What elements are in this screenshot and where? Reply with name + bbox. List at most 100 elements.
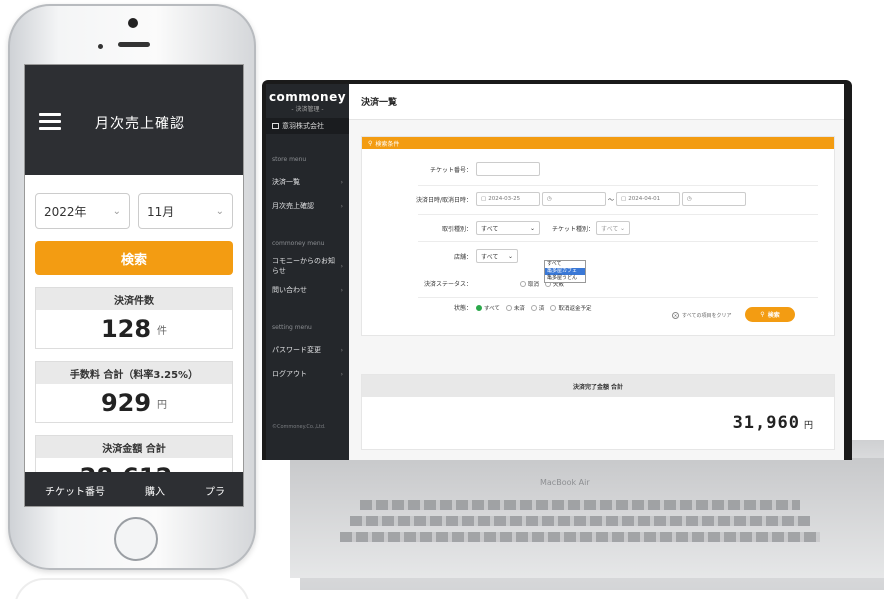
page-title: 決済一覧 bbox=[349, 84, 844, 120]
total-value: 31,960 bbox=[732, 413, 800, 433]
store-value: すべて bbox=[481, 253, 499, 261]
phone-home-button bbox=[114, 517, 158, 561]
phone-screen: 月次売上確認 2022年 ⌄ 11月 ⌄ 検索 決済件数 128 件 手数料 合計… bbox=[24, 64, 244, 507]
radio-label: すべて bbox=[484, 305, 500, 312]
radio-label: 取消 bbox=[528, 281, 540, 288]
radio-label: 済 bbox=[538, 305, 545, 312]
radio-label: 取消返金予定 bbox=[558, 305, 592, 312]
refund-option-scheduled[interactable]: 取消返金予定 bbox=[550, 304, 591, 312]
copyright: ©Commoney.Co.,Ltd. bbox=[272, 424, 326, 430]
search-panel-title: 検索条件 bbox=[375, 140, 400, 148]
stat-label: 決済金額 合計 bbox=[36, 436, 232, 458]
date-to-value: 2024-04-01 bbox=[628, 196, 661, 202]
main-content: 決済一覧 ⚲ 検索条件 チケット番号： 決済日時/取消日時： ▢ 2024-03-… bbox=[349, 84, 844, 460]
sidebar-section-setting: setting menu bbox=[272, 323, 312, 331]
pay-type-value: すべて bbox=[481, 225, 499, 233]
sidebar-item-monthly-sales[interactable]: 月次売上確認 › bbox=[266, 194, 349, 218]
chevron-down-icon: ⌄ bbox=[619, 224, 625, 232]
sidebar-item-label: コモニーからのお知らせ bbox=[272, 257, 335, 275]
stat-card: 決済件数 128 件 bbox=[35, 287, 233, 349]
mockup-stage: 月次売上確認 2022年 ⌄ 11月 ⌄ 検索 決済件数 128 件 手数料 合計… bbox=[0, 0, 884, 599]
total-unit: 円 bbox=[803, 421, 814, 431]
chevron-down-icon: ⌄ bbox=[215, 205, 224, 217]
stat-value: 128 bbox=[100, 315, 152, 343]
date-from-input[interactable]: ▢ 2024-03-25 bbox=[476, 192, 540, 206]
clear-all-label: すべての項目をクリア bbox=[682, 313, 732, 319]
chevron-right-icon: › bbox=[340, 262, 343, 270]
phone-header: 月次売上確認 bbox=[25, 65, 243, 175]
dropdown-option[interactable]: すべて bbox=[545, 261, 585, 268]
refund-state-label: 状態： bbox=[453, 305, 472, 312]
total-title: 決済完了金額 合計 bbox=[362, 375, 834, 397]
chevron-right-icon: › bbox=[340, 178, 343, 186]
stat-label: 手数料 合計（料率3.25%） bbox=[36, 362, 232, 384]
sidebar-item-label: パスワード変更 bbox=[272, 346, 321, 354]
radio-icon bbox=[505, 304, 512, 311]
clear-all-button[interactable]: ✕ すべての項目をクリア bbox=[672, 312, 731, 319]
pay-type-select[interactable]: すべて ⌄ bbox=[476, 221, 540, 235]
year-select-value: 2022年 bbox=[44, 204, 87, 219]
stat-unit: 円 bbox=[157, 399, 168, 411]
month-select[interactable]: 11月 ⌄ bbox=[138, 193, 233, 229]
logo[interactable]: commoney - 決済管理 - bbox=[266, 84, 349, 118]
close-icon: ✕ bbox=[672, 312, 679, 319]
keyboard-row bbox=[350, 516, 810, 526]
chevron-right-icon: › bbox=[340, 346, 343, 354]
search-panel: ⚲ 検索条件 チケット番号： 決済日時/取消日時： ▢2024-03-25 ◷ bbox=[361, 136, 835, 336]
store-select[interactable]: すべて ⌄ bbox=[476, 249, 518, 263]
calendar-icon: ▢ bbox=[621, 196, 627, 202]
sidebar: commoney - 決済管理 - 意羽株式会社 store menu 決済一覧… bbox=[266, 84, 349, 460]
ticket-type-value: すべて bbox=[601, 225, 619, 233]
logo-text: commoney bbox=[268, 90, 347, 104]
sidebar-item-label: 決済一覧 bbox=[272, 178, 300, 186]
company-label: 意羽株式会社 bbox=[282, 122, 324, 130]
sidebar-item-password[interactable]: パスワード変更 › bbox=[266, 338, 349, 362]
search-button[interactable]: ⚲ 検索 bbox=[745, 307, 795, 322]
hamburger-menu-icon[interactable] bbox=[39, 113, 61, 130]
ticket-number-input[interactable] bbox=[476, 162, 540, 176]
building-icon bbox=[272, 123, 279, 129]
store-dropdown-list: すべて 亀多屋カフェ 亀多屋うどん bbox=[544, 260, 586, 283]
phone-search-button[interactable]: 検索 bbox=[35, 241, 233, 275]
table-header-cell: プラ bbox=[205, 486, 225, 498]
laptop-brand-label: MacBook Air bbox=[540, 478, 590, 487]
date-from-value: 2024-03-25 bbox=[488, 196, 521, 202]
phone-table-header: チケット番号 購入 プラ bbox=[25, 472, 243, 506]
stat-unit: 件 bbox=[157, 325, 168, 337]
ticket-type-select[interactable]: すべて ⌄ bbox=[596, 221, 630, 235]
month-select-value: 11月 bbox=[147, 204, 175, 219]
phone-speaker bbox=[118, 42, 150, 47]
sidebar-item-label: 問い合わせ bbox=[272, 286, 307, 294]
sidebar-item-news[interactable]: コモニーからのお知らせ › bbox=[266, 254, 349, 278]
radio-label: 未済 bbox=[513, 305, 525, 312]
phone-device: 月次売上確認 2022年 ⌄ 11月 ⌄ 検索 決済件数 128 件 手数料 合計… bbox=[8, 4, 256, 570]
keyboard-row bbox=[360, 500, 800, 510]
refund-option-all[interactable]: すべて bbox=[476, 304, 500, 312]
table-header-cell: チケット番号 bbox=[45, 486, 105, 498]
dropdown-option[interactable]: 亀多屋うどん bbox=[545, 275, 585, 282]
pay-type-label: 取引種別： bbox=[441, 225, 472, 233]
sidebar-item-payments[interactable]: 決済一覧 › bbox=[266, 170, 349, 194]
dropdown-option-highlighted[interactable]: 亀多屋カフェ bbox=[545, 268, 585, 275]
year-select[interactable]: 2022年 ⌄ bbox=[35, 193, 130, 229]
radio-icon bbox=[530, 304, 537, 311]
chevron-right-icon: › bbox=[340, 286, 343, 294]
chevron-right-icon: › bbox=[340, 370, 343, 378]
refund-option-unsettled[interactable]: 未済 bbox=[505, 304, 525, 312]
sidebar-item-logout[interactable]: ログアウト › bbox=[266, 362, 349, 386]
search-icon: ⚲ bbox=[368, 139, 373, 147]
chevron-down-icon: ⌄ bbox=[112, 205, 121, 217]
refund-option-settled[interactable]: 済 bbox=[530, 304, 545, 312]
time-to-input[interactable]: ◷ bbox=[682, 192, 747, 206]
stat-value: 929 bbox=[100, 389, 152, 417]
phone-sensor bbox=[98, 44, 103, 49]
calendar-icon: ▢ bbox=[481, 196, 487, 202]
time-from-input[interactable]: ◷ bbox=[542, 192, 606, 206]
ticket-type-label: チケット種別： bbox=[551, 225, 594, 233]
sidebar-item-contact[interactable]: 問い合わせ › bbox=[266, 278, 349, 302]
clock-icon: ◷ bbox=[547, 196, 552, 202]
status-option-cancel[interactable]: 取消 bbox=[520, 280, 539, 288]
chevron-right-icon: › bbox=[340, 202, 343, 210]
payment-status-label: 決済ステータス： bbox=[423, 281, 472, 288]
date-to-input[interactable]: ▢ 2024-04-01 bbox=[616, 192, 681, 206]
